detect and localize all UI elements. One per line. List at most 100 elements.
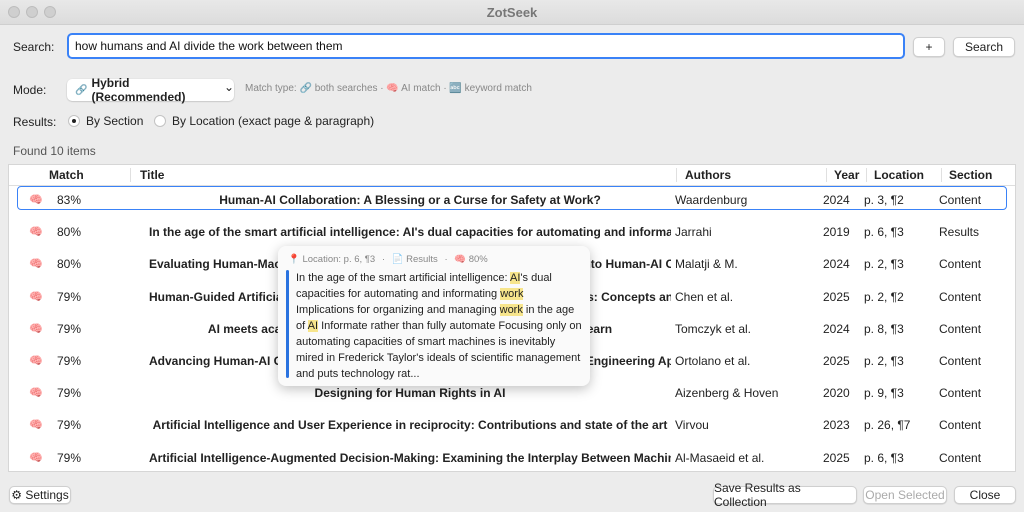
tooltip-accent-bar [286,270,289,378]
search-label: Search: [13,40,55,54]
match-cell: 79% [57,354,82,368]
section-cell: Content [939,386,982,401]
mode-select[interactable]: 🔗 Hybrid (Recommended) ⌄ [67,76,234,104]
results-label: Results: [13,115,57,129]
window-title: ZotSeek [486,5,538,20]
tooltip-snippet-text: In the age of the smart artificial intel… [296,270,584,382]
brain-icon: 🧠 [29,322,43,335]
title-cell: Artificial Intelligence and User Experie… [152,418,668,433]
highlighted-term: work [500,288,524,300]
snippet-segment: In the age of the smart artificial intel… [296,272,511,284]
close-button[interactable]: Close [954,486,1016,504]
title-cell: In the age of the smart artificial intel… [149,225,671,240]
authors-cell: Tomczyk et al. [675,321,752,336]
year-cell: 2020 [823,386,850,401]
authors-cell: Chen et al. [675,289,734,304]
section-cell: Content [939,450,982,465]
year-cell: 2024 [823,257,850,272]
tooltip-meta: 📍 Location: p. 6, ¶3 · 📄 Results · 🧠 80% [288,254,488,265]
column-header-section[interactable]: Section [949,168,992,182]
column-divider [676,168,677,182]
radio-dot-unselected [154,115,166,127]
column-header-title[interactable]: Title [140,168,164,182]
mode-selected-value: Hybrid (Recommended) [91,76,186,104]
match-cell: 79% [57,321,82,336]
brain-icon: 🧠 [29,290,43,303]
section-cell: Content [939,289,982,304]
match-type-legend: Match type: 🔗 both searches · 🧠 AI match… [245,83,532,94]
mode-label: Mode: [13,83,47,97]
year-cell: 2025 [823,354,850,368]
match-cell: 79% [57,450,82,465]
radio-label-by-location: By Location (exact page & paragraph) [172,114,375,128]
column-header-authors[interactable]: Authors [685,168,731,182]
open-selected-button[interactable]: Open Selected [863,486,947,504]
year-cell: 2024 [823,321,850,336]
table-row[interactable]: 🧠 79% Artificial Intelligence-Augmented De… [9,442,1015,471]
column-header-location[interactable]: Location [874,168,924,182]
column-header-match[interactable]: Match [49,168,84,182]
title-cell: Artificial Intelligence-Augmented Decisi… [149,450,671,465]
section-cell: Results [939,225,980,240]
location-cell: p. 3, ¶2 [864,193,904,207]
brain-icon: 🧠 [29,355,43,367]
radio-dot-selected [68,115,80,127]
match-cell: 79% [57,289,82,304]
location-cell: p. 8, ¶3 [864,321,904,336]
authors-cell: Aizenberg & Hoven [675,386,779,401]
column-divider [130,168,131,182]
link-icon: 🔗 [75,84,88,96]
search-button[interactable]: Search [953,37,1015,57]
table-row[interactable]: 🧠 79% Artificial Intelligence and User Exp… [9,409,1015,441]
brain-icon: 🧠 [29,258,43,271]
year-cell: 2023 [823,418,850,433]
highlighted-term: AI [307,320,319,332]
location-cell: p. 6, ¶3 [864,225,904,240]
section-cell: Content [939,257,982,272]
column-header-year[interactable]: Year [834,168,859,182]
tooltip-score: 🧠 80% [454,254,488,265]
highlighted-term: AI [510,272,521,284]
year-cell: 2019 [823,225,850,240]
tooltip-section: 📄 Results [391,254,438,265]
section-cell: Content [939,321,982,336]
table-row[interactable]: 🧠 80% In the age of the smart artificial i… [9,216,1015,248]
authors-cell: Malatji & M. [675,257,738,272]
location-cell: p. 26, ¶7 [864,418,911,433]
location-cell: p. 2, ¶2 [864,289,904,304]
location-cell: p. 2, ¶3 [864,257,904,272]
found-count: Found 10 items [13,144,96,158]
section-cell: Content [939,354,982,368]
year-cell: 2024 [823,193,850,207]
location-cell: p. 9, ¶3 [864,386,904,401]
brain-icon: 🧠 [29,226,43,239]
title-cell: Human-AI Collaboration: A Blessing or a … [219,193,601,207]
tooltip-location: 📍 Location: p. 6, ¶3 [288,254,376,265]
section-cell: Content [939,193,982,207]
save-collection-button[interactable]: Save Results as Collection [713,481,857,509]
radio-by-section[interactable]: By Section [68,114,143,128]
authors-cell: Al-Masaeid et al. [675,450,765,465]
match-cell: 83% [57,193,82,207]
authors-cell: Virvou [675,418,709,433]
authors-cell: Ortolano et al. [675,354,751,368]
column-divider [826,168,827,182]
settings-button[interactable]: ⚙ Settings [9,486,71,504]
match-cell: 80% [57,225,82,240]
authors-cell: Waardenburg [675,193,748,207]
add-button[interactable]: + [913,37,945,57]
title-cell: Designing for Human Rights in AI [314,386,506,401]
search-input[interactable] [67,33,905,59]
radio-by-location[interactable]: By Location (exact page & paragraph) [154,114,374,128]
highlighted-term: work [499,304,523,316]
column-divider [866,168,867,182]
column-divider [941,168,942,182]
table-header: Match Title Authors Year Location Sectio… [9,165,1015,186]
year-cell: 2025 [823,450,850,465]
radio-label-by-section: By Section [86,114,144,128]
snippet-segment: Implications for organizing and managing [296,304,500,316]
brain-icon: 🧠 [29,194,43,206]
match-cell: 80% [57,257,82,272]
snippet-segment: Informate rather than fully automate Foc… [296,320,582,380]
table-row[interactable]: 🧠 83% Human-AI Collaboration: A Blessing o… [9,184,1015,216]
